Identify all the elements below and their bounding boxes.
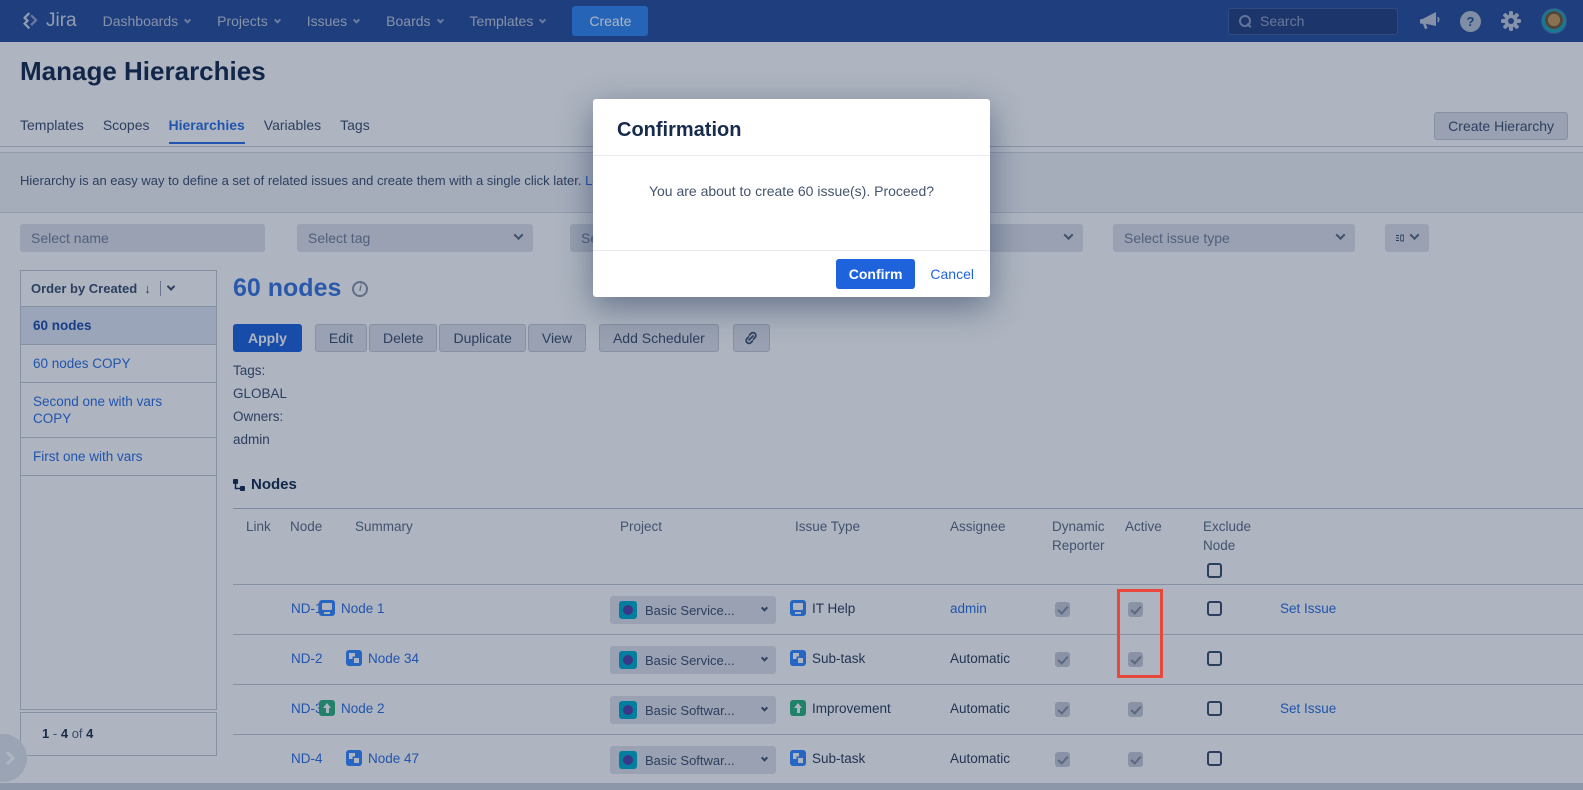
- dialog-title: Confirmation: [593, 99, 990, 156]
- cancel-button[interactable]: Cancel: [930, 266, 974, 282]
- jira-app: Jira Dashboards Projects Issues Boards T…: [0, 0, 1583, 790]
- dialog-footer: Confirm Cancel: [593, 251, 990, 296]
- confirmation-dialog: Confirmation You are about to create 60 …: [593, 99, 990, 297]
- dialog-message: You are about to create 60 issue(s). Pro…: [593, 156, 990, 251]
- active-column-highlight-annotation: [1117, 589, 1163, 678]
- confirm-button[interactable]: Confirm: [836, 259, 916, 289]
